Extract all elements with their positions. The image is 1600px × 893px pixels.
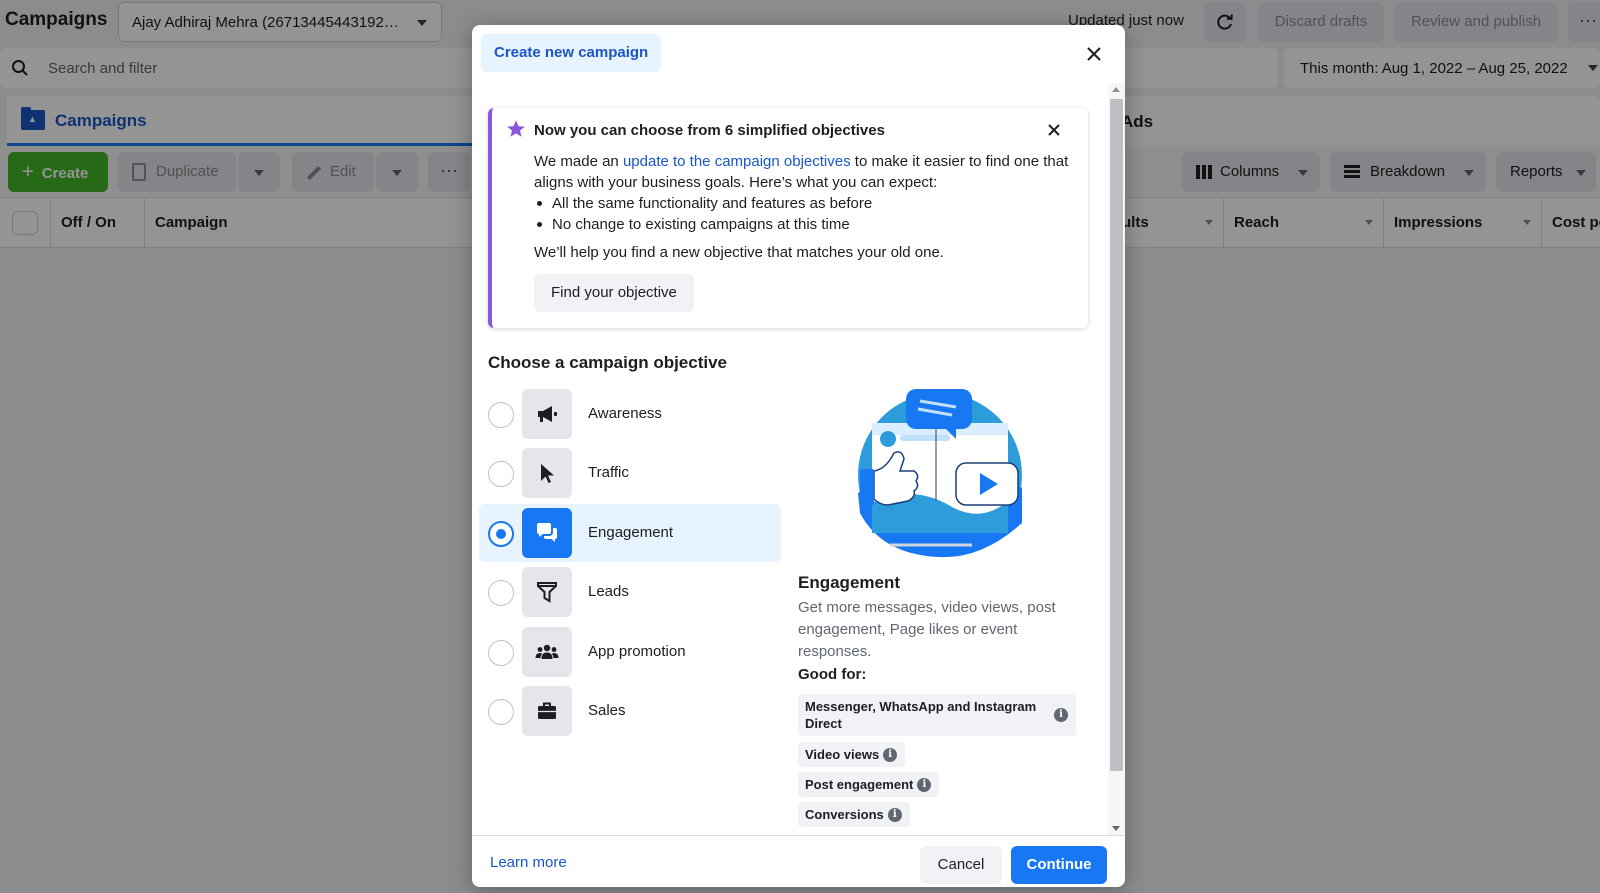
dialog-title: Create new campaign xyxy=(481,34,662,72)
dialog-footer: Learn more Cancel Continue xyxy=(472,835,1125,887)
radio-button[interactable] xyxy=(488,699,514,725)
objective-engagement[interactable]: Engagement xyxy=(479,504,781,562)
objective-detail-title: Engagement xyxy=(798,573,901,592)
info-icon[interactable]: i xyxy=(883,747,898,762)
cursor-icon xyxy=(522,448,572,498)
cancel-button[interactable]: Cancel xyxy=(920,846,1002,884)
notice-help-text: We’ll help you find a new objective that… xyxy=(534,244,944,261)
objective-label: Awareness xyxy=(588,405,662,422)
dismiss-notice-button[interactable] xyxy=(1044,120,1064,140)
chip-label: Conversions xyxy=(805,807,884,822)
objective-app-promotion[interactable]: App promotion xyxy=(479,623,781,681)
find-your-objective-button[interactable]: Find your objective xyxy=(534,274,694,312)
objective-label: Traffic xyxy=(588,464,629,481)
objectives-update-link[interactable]: update to the campaign objectives xyxy=(623,153,851,170)
radio-button[interactable] xyxy=(488,640,514,666)
scroll-down-arrow-icon[interactable] xyxy=(1112,826,1120,831)
list-item: No change to existing campaigns at this … xyxy=(534,214,872,235)
radio-button[interactable] xyxy=(488,461,514,487)
briefcase-icon xyxy=(522,686,572,736)
objective-detail-description: Get more messages, video views, post eng… xyxy=(798,599,1056,660)
info-icon[interactable]: i xyxy=(887,807,902,822)
radio-button[interactable] xyxy=(488,402,514,428)
info-icon[interactable]: i xyxy=(1054,708,1068,722)
star-icon xyxy=(507,120,525,137)
close-icon xyxy=(1048,124,1060,136)
objective-section-title: Choose a campaign objective xyxy=(488,353,728,372)
objectives-notice: Now you can choose from 6 simplified obj… xyxy=(488,108,1088,328)
notice-text: We made an update to the campaign object… xyxy=(534,151,1080,193)
objective-awareness[interactable]: Awareness xyxy=(479,385,781,443)
close-dialog-button[interactable] xyxy=(1081,41,1107,67)
engagement-illustration xyxy=(858,389,1022,558)
objective-label: Engagement xyxy=(588,524,674,541)
good-for-chip: Messenger, WhatsApp and Instagram Direct… xyxy=(798,694,1076,736)
objective-sales[interactable]: Sales xyxy=(479,682,781,740)
radio-button[interactable] xyxy=(488,521,514,547)
good-for-chip: Conversions i xyxy=(798,802,910,827)
dialog-body: Now you can choose from 6 simplified obj… xyxy=(472,83,1106,835)
good-for-chip: Post engagement i xyxy=(798,772,940,797)
chip-label: Messenger, WhatsApp and Instagram Direct xyxy=(805,699,1037,731)
chip-label: Video views xyxy=(805,747,880,762)
megaphone-icon xyxy=(522,389,572,439)
radio-button[interactable] xyxy=(488,580,514,606)
objective-label: Sales xyxy=(588,702,626,719)
close-icon xyxy=(1087,47,1101,61)
learn-more-link[interactable]: Learn more xyxy=(490,854,567,871)
objective-traffic[interactable]: Traffic xyxy=(479,444,781,502)
funnel-icon xyxy=(522,567,572,617)
objective-label: App promotion xyxy=(588,643,686,660)
people-icon xyxy=(522,627,572,677)
chat-bubbles-icon xyxy=(522,508,572,558)
list-item: All the same functionality and features … xyxy=(534,193,872,214)
continue-button[interactable]: Continue xyxy=(1011,846,1107,884)
scroll-up-arrow-icon[interactable] xyxy=(1112,87,1120,92)
info-icon[interactable]: i xyxy=(917,777,932,792)
notice-title: Now you can choose from 6 simplified obj… xyxy=(534,122,885,139)
notice-bullets: All the same functionality and features … xyxy=(534,193,872,235)
good-for-label: Good for: xyxy=(798,666,867,683)
good-for-chip: Video views i xyxy=(798,742,906,767)
objective-label: Leads xyxy=(588,583,629,600)
objective-leads[interactable]: Leads xyxy=(479,563,781,621)
dialog-scrollbar[interactable] xyxy=(1108,83,1125,835)
chip-label: Post engagement xyxy=(805,777,914,792)
notice-text-before: We made an xyxy=(534,153,623,170)
scroll-thumb[interactable] xyxy=(1110,99,1123,771)
create-campaign-dialog: Create new campaign Now you can choose f… xyxy=(472,25,1125,887)
